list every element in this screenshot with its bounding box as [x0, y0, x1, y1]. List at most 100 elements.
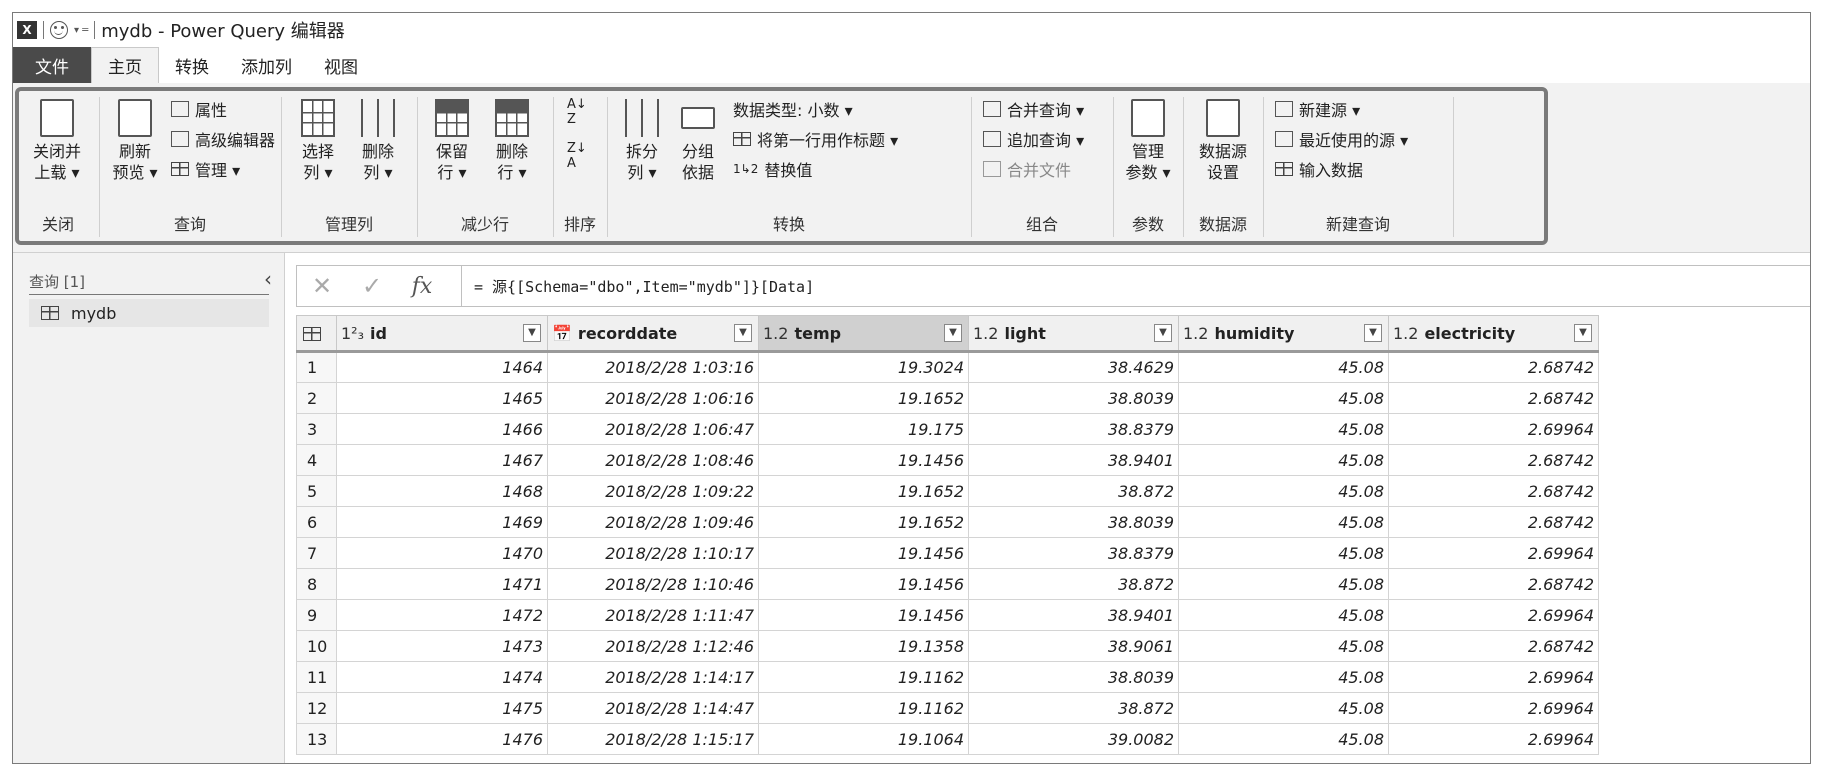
cell-id[interactable]: 1469 — [336, 506, 548, 538]
table-row[interactable]: 8 1471 2018/2/28 1:10:46 19.1456 38.872 45.08… — [296, 568, 1599, 600]
table-row[interactable]: 5 1468 2018/2/28 1:09:22 19.1652 38.872 45.08… — [296, 475, 1599, 507]
cell-humidity[interactable]: 45.08 — [1178, 630, 1389, 662]
cell-id[interactable]: 1467 — [336, 444, 548, 476]
cell-temp[interactable]: 19.3024 — [758, 351, 969, 383]
use-first-row-as-headers-button[interactable]: 将第一行用作标题 ▾ — [733, 127, 898, 151]
cell-id[interactable]: 1475 — [336, 692, 548, 724]
cell-id[interactable]: 1468 — [336, 475, 548, 507]
cell-recorddate[interactable]: 2018/2/28 1:11:47 — [547, 599, 759, 631]
group-by-button[interactable]: 分组 依据 — [673, 99, 723, 183]
tab-home[interactable]: 主页 — [91, 47, 159, 83]
cell-recorddate[interactable]: 2018/2/28 1:12:46 — [547, 630, 759, 662]
manage-parameters-button[interactable]: 管理 参数 ▾ — [1121, 99, 1175, 183]
append-queries-button[interactable]: 追加查询 ▾ — [983, 127, 1084, 151]
cell-recorddate[interactable]: 2018/2/28 1:14:17 — [547, 661, 759, 693]
column-header-id[interactable]: 1²₃ id ▼ — [336, 315, 548, 353]
sort-descending-button[interactable]: Z↓ A — [567, 141, 587, 171]
tab-file[interactable]: 文件 — [13, 47, 91, 83]
cell-recorddate[interactable]: 2018/2/28 1:06:47 — [547, 413, 759, 445]
filter-dropdown-icon[interactable]: ▼ — [1574, 324, 1592, 342]
cell-id[interactable]: 1473 — [336, 630, 548, 662]
remove-rows-button[interactable]: 删除 行 ▾ — [485, 99, 539, 183]
cell-light[interactable]: 38.8379 — [968, 413, 1179, 445]
cell-humidity[interactable]: 45.08 — [1178, 351, 1389, 383]
cell-humidity[interactable]: 45.08 — [1178, 537, 1389, 569]
cell-temp[interactable]: 19.1162 — [758, 692, 969, 724]
cell-light[interactable]: 38.872 — [968, 692, 1179, 724]
data-source-settings-button[interactable]: 数据源 设置 — [1191, 99, 1255, 183]
row-number[interactable]: 4 — [296, 444, 337, 476]
manage-query-button[interactable]: 管理 ▾ — [171, 157, 240, 181]
cell-electricity[interactable]: 2.69964 — [1388, 723, 1599, 755]
cell-electricity[interactable]: 2.68742 — [1388, 444, 1599, 476]
enter-data-button[interactable]: 输入数据 — [1275, 157, 1363, 181]
table-row[interactable]: 7 1470 2018/2/28 1:10:17 19.1456 38.8379 45.0… — [296, 537, 1599, 569]
tab-transform[interactable]: 转换 — [159, 47, 225, 83]
refresh-preview-button[interactable]: 刷新 预览 ▾ — [109, 99, 161, 183]
cell-recorddate[interactable]: 2018/2/28 1:09:22 — [547, 475, 759, 507]
cell-recorddate[interactable]: 2018/2/28 1:15:17 — [547, 723, 759, 755]
cell-temp[interactable]: 19.1456 — [758, 537, 969, 569]
cell-humidity[interactable]: 45.08 — [1178, 506, 1389, 538]
cell-recorddate[interactable]: 2018/2/28 1:09:46 — [547, 506, 759, 538]
cell-id[interactable]: 1465 — [336, 382, 548, 414]
cell-humidity[interactable]: 45.08 — [1178, 413, 1389, 445]
cell-id[interactable]: 1476 — [336, 723, 548, 755]
combine-files-button[interactable]: 合并文件 — [983, 157, 1071, 181]
quick-access-dropdown-icon[interactable]: ▾ ═ — [74, 25, 88, 36]
cell-temp[interactable]: 19.1358 — [758, 630, 969, 662]
type-icon[interactable]: 1.2 — [1183, 324, 1208, 343]
replace-values-button[interactable]: 1↳2 替换值 — [733, 157, 812, 181]
cell-electricity[interactable]: 2.68742 — [1388, 475, 1599, 507]
cell-id[interactable]: 1466 — [336, 413, 548, 445]
cell-light[interactable]: 38.872 — [968, 568, 1179, 600]
column-header-electricity[interactable]: 1.2 electricity ▼ — [1388, 315, 1599, 353]
new-source-button[interactable]: 新建源 ▾ — [1275, 97, 1360, 121]
smiley-feedback-icon[interactable] — [50, 21, 68, 39]
cell-recorddate[interactable]: 2018/2/28 1:14:47 — [547, 692, 759, 724]
cell-light[interactable]: 38.8039 — [968, 661, 1179, 693]
table-row[interactable]: 11 1474 2018/2/28 1:14:17 19.1162 38.8039 45.… — [296, 661, 1599, 693]
filter-dropdown-icon[interactable]: ▼ — [1154, 324, 1172, 342]
table-menu-corner[interactable] — [296, 315, 337, 353]
cell-light[interactable]: 38.4629 — [968, 351, 1179, 383]
cell-light[interactable]: 38.9401 — [968, 599, 1179, 631]
table-row[interactable]: 10 1473 2018/2/28 1:12:46 19.1358 38.9061 45.… — [296, 630, 1599, 662]
row-number[interactable]: 2 — [296, 382, 337, 414]
cell-id[interactable]: 1474 — [336, 661, 548, 693]
cell-electricity[interactable]: 2.68742 — [1388, 568, 1599, 600]
cell-electricity[interactable]: 2.69964 — [1388, 599, 1599, 631]
cell-electricity[interactable]: 2.68742 — [1388, 630, 1599, 662]
cell-electricity[interactable]: 2.69964 — [1388, 413, 1599, 445]
row-number[interactable]: 6 — [296, 506, 337, 538]
cell-light[interactable]: 38.8039 — [968, 506, 1179, 538]
cell-electricity[interactable]: 2.69964 — [1388, 661, 1599, 693]
cell-humidity[interactable]: 45.08 — [1178, 692, 1389, 724]
row-number[interactable]: 1 — [296, 351, 337, 383]
cell-recorddate[interactable]: 2018/2/28 1:06:16 — [547, 382, 759, 414]
cell-electricity[interactable]: 2.68742 — [1388, 506, 1599, 538]
table-row[interactable]: 12 1475 2018/2/28 1:14:47 19.1162 38.872 45.0… — [296, 692, 1599, 724]
type-icon[interactable]: 1.2 — [973, 324, 998, 343]
filter-dropdown-icon[interactable]: ▼ — [523, 324, 541, 342]
advanced-editor-button[interactable]: 高级编辑器 — [171, 127, 275, 151]
tab-view[interactable]: 视图 — [308, 47, 374, 83]
row-number[interactable]: 11 — [296, 661, 337, 693]
table-row[interactable]: 1 1464 2018/2/28 1:03:16 19.3024 38.4629 45.0… — [296, 351, 1599, 383]
sort-ascending-button[interactable]: A↓ Z — [567, 97, 587, 127]
keep-rows-button[interactable]: 保留 行 ▾ — [425, 99, 479, 183]
collapse-pane-icon[interactable]: ‹ — [264, 267, 272, 291]
cell-humidity[interactable]: 45.08 — [1178, 568, 1389, 600]
cell-light[interactable]: 38.9061 — [968, 630, 1179, 662]
cell-temp[interactable]: 19.1652 — [758, 506, 969, 538]
cell-humidity[interactable]: 45.08 — [1178, 723, 1389, 755]
type-icon[interactable]: 📅 — [552, 324, 572, 343]
cell-id[interactable]: 1472 — [336, 599, 548, 631]
cell-humidity[interactable]: 45.08 — [1178, 475, 1389, 507]
choose-columns-button[interactable]: 选择 列 ▾ — [293, 99, 343, 183]
tab-add-column[interactable]: 添加列 — [225, 47, 308, 83]
table-row[interactable]: 3 1466 2018/2/28 1:06:47 19.175 38.8379 45.08… — [296, 413, 1599, 445]
function-fx-icon[interactable]: fx — [397, 274, 447, 299]
formula-input[interactable]: = 源{[Schema="dbo",Item="mydb"]}[Data] — [461, 266, 814, 306]
cell-id[interactable]: 1471 — [336, 568, 548, 600]
